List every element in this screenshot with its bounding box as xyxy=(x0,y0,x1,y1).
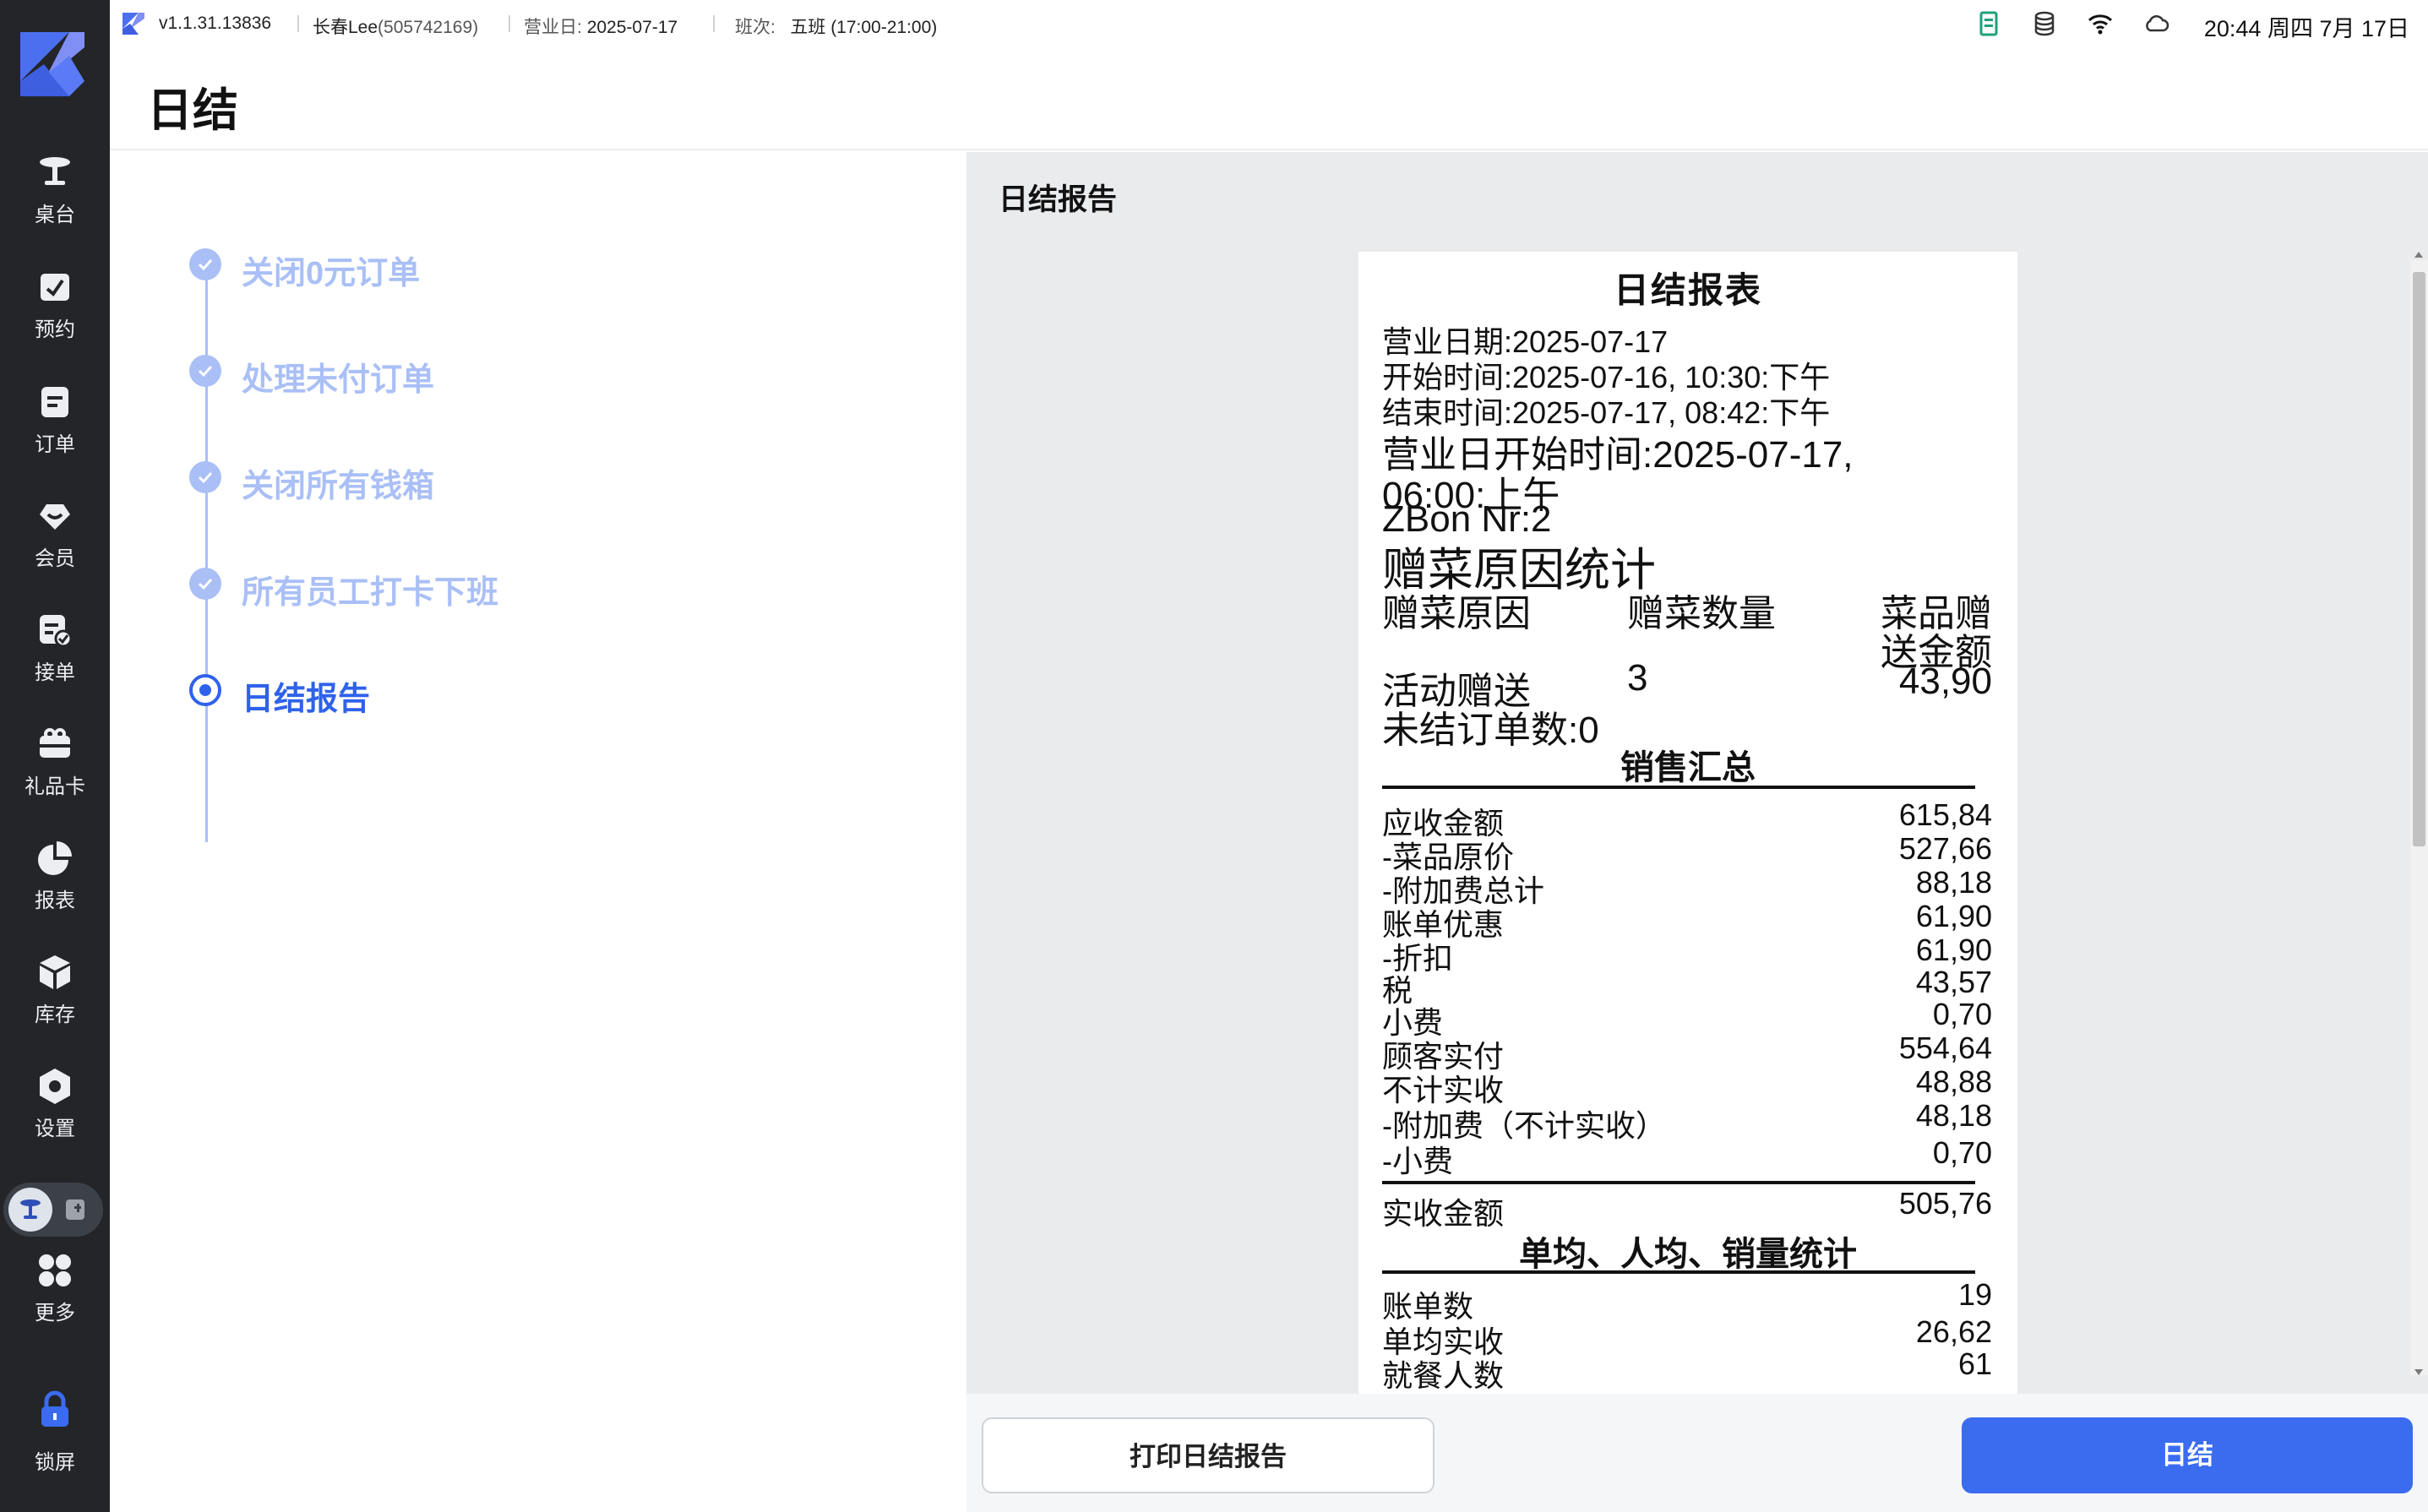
gift-header-qty: 赠菜数量 xyxy=(1627,593,1776,634)
sales-row-label: -小费 xyxy=(1382,1144,1453,1178)
gift-header-reason: 赠菜原因 xyxy=(1382,593,1531,634)
action-footer: 打印日结报告 日结 xyxy=(966,1394,2428,1512)
sidebar-item-label: 礼品卡 xyxy=(24,775,85,798)
sales-summary-title: 销售汇总 xyxy=(1620,749,1756,786)
user-name: 长春Lee(505742169) xyxy=(313,18,479,37)
sidebar-item-label: 设置 xyxy=(35,1118,75,1140)
sales-row-value: 615,84 xyxy=(1898,797,1992,832)
day-close-steps: 关闭0元订单 处理未付订单 关闭所有钱箱 所有员工打卡下班 日结报告 xyxy=(110,152,966,1512)
report-scrollbar[interactable] xyxy=(2410,252,2428,1375)
sidebar-item-label: 预约 xyxy=(35,318,75,341)
accept-order-icon xyxy=(40,615,73,648)
sidebar-item-label: 桌台 xyxy=(35,204,75,226)
scroll-down-arrow-icon[interactable] xyxy=(2414,1369,2423,1375)
scroll-up-arrow-icon[interactable] xyxy=(2414,252,2423,258)
step-done-icon xyxy=(189,568,221,600)
sidebar-item-inventory[interactable]: 库存 xyxy=(0,952,110,1045)
sales-row-value: 48,18 xyxy=(1915,1098,1992,1133)
steps-connector xyxy=(205,264,208,842)
reservation-icon xyxy=(41,274,69,301)
report-heading: 日结报告 xyxy=(999,183,1118,216)
receipt-viewport[interactable]: 日结报表 营业日期:2025-07-17 开始时间:2025-07-16, 10… xyxy=(1358,252,2017,1394)
app-logo-icon xyxy=(20,32,84,96)
order-icon xyxy=(41,387,68,417)
print-report-button[interactable]: 打印日结报告 xyxy=(982,1417,1434,1493)
divider xyxy=(1382,786,1975,789)
business-day: 营业日: 2025-07-17 xyxy=(524,18,678,37)
settings-icon xyxy=(40,1069,70,1104)
sidebar-item-settings[interactable]: 设置 xyxy=(0,1066,110,1159)
step-done-icon xyxy=(189,248,221,280)
sales-row-value: 554,64 xyxy=(1898,1031,1992,1065)
sidebar-item-reports[interactable]: 报表 xyxy=(0,838,110,931)
sidebar-item-label: 锁屏 xyxy=(35,1451,75,1474)
table-icon xyxy=(20,1199,41,1219)
scrollbar-thumb[interactable] xyxy=(2413,272,2425,846)
sales-row-value: 48,88 xyxy=(1915,1064,1992,1099)
printer-status-icon[interactable] xyxy=(1975,10,2002,37)
avg-row-label: 就餐人数 xyxy=(1382,1358,1505,1393)
sidebar-item-table[interactable]: 桌台 xyxy=(0,152,110,245)
sidebar-item-lock-screen[interactable]: 锁屏 xyxy=(0,1390,110,1482)
wifi-icon[interactable] xyxy=(2087,10,2114,37)
clock: 20:44 周四 7月 17日 xyxy=(2203,16,2409,41)
close-day-button[interactable]: 日结 xyxy=(1962,1417,2413,1493)
sidebar-item-reservation[interactable]: 预约 xyxy=(0,267,110,360)
gift-card-icon xyxy=(40,728,70,758)
sidebar-item-label: 会员 xyxy=(35,547,75,570)
report-icon xyxy=(38,841,72,875)
sales-row-value: 527,66 xyxy=(1898,831,1992,866)
gift-row-amount: 43,90 xyxy=(1898,661,1992,702)
step-done-icon xyxy=(189,461,221,493)
table-icon xyxy=(40,157,70,185)
sales-row-value: 0,70 xyxy=(1932,1135,1992,1170)
sales-row-value: 61,90 xyxy=(1915,933,1992,967)
receipt-title: 日结报表 xyxy=(1613,270,1762,310)
avg-row-value: 61 xyxy=(1957,1346,1992,1381)
sidebar-item-label: 订单 xyxy=(35,433,75,456)
lock-icon xyxy=(41,1390,68,1427)
sidebar-item-label: 库存 xyxy=(35,1003,75,1026)
shift: 班次: 五班 (17:00-21:00) xyxy=(735,18,938,37)
more-icon xyxy=(39,1254,71,1286)
member-icon xyxy=(40,504,70,530)
divider xyxy=(1382,1181,1975,1184)
avg-row-value: 26,62 xyxy=(1915,1314,1992,1349)
avg-row-value: 19 xyxy=(1957,1277,1992,1312)
gift-row-qty: 3 xyxy=(1627,657,1648,699)
sidebar-item-label: 报表 xyxy=(35,889,75,912)
inventory-icon xyxy=(40,955,70,989)
table-mode-knob[interactable] xyxy=(8,1188,52,1232)
page-title: 日结 xyxy=(147,85,238,136)
sales-row-value: 0,70 xyxy=(1932,997,1992,1031)
sidebar-item-accept-orders[interactable]: 接单 xyxy=(0,610,110,703)
order-mode-icon[interactable] xyxy=(63,1196,90,1223)
sidebar-item-orders[interactable]: 订单 xyxy=(0,382,110,475)
report-panel: 日结报告 日结报表 营业日期:2025-07-17 开始时间:2025-07-1… xyxy=(966,152,2428,1394)
step-done-icon xyxy=(189,355,221,387)
sidebar-item-more[interactable]: 更多 xyxy=(0,1250,110,1343)
sidebar-item-label: 接单 xyxy=(35,661,75,684)
app-logo-icon xyxy=(122,13,144,35)
cloud-icon[interactable] xyxy=(2142,10,2169,37)
sidebar-item-label: 更多 xyxy=(35,1302,75,1324)
sales-row-value: 88,18 xyxy=(1915,865,1992,900)
actual-income-value: 505,76 xyxy=(1898,1186,1992,1221)
mode-toggle[interactable] xyxy=(3,1183,103,1237)
app-version: v1.1.31.13836 xyxy=(159,14,272,33)
divider xyxy=(1382,1270,1975,1274)
sidebar-item-gift-card[interactable]: 礼品卡 xyxy=(0,724,110,817)
avg-section-title: 单均、人均、销量统计 xyxy=(1519,1236,1857,1273)
sales-row-value: 43,57 xyxy=(1915,965,1992,999)
sidebar-item-members[interactable]: 会员 xyxy=(0,496,110,589)
database-icon[interactable] xyxy=(2031,10,2058,37)
status-bar: v1.1.31.13836 长春Lee(505742169) 营业日: 2025… xyxy=(110,0,2428,47)
sales-row-value: 61,90 xyxy=(1915,899,1992,933)
sidebar: 桌台 预约 订单 会员 接单 礼品卡 报表 库存 设置 更多 锁屏 xyxy=(0,0,110,1512)
step-active-icon xyxy=(189,674,221,706)
